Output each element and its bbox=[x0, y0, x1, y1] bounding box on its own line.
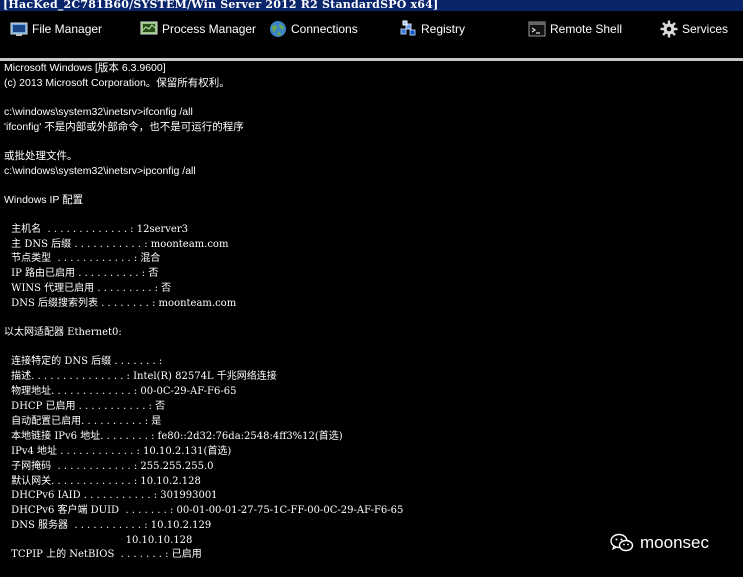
console-line: DHCP 已启用 . . . . . . . . . . . : 否 bbox=[8, 401, 166, 412]
remote-shell-label: Remote Shell bbox=[550, 22, 623, 36]
watermark-text: moonsec bbox=[640, 533, 709, 552]
console-line: 描述. . . . . . . . . . . . . . . : Intel(… bbox=[8, 371, 277, 382]
console-line: 节点类型 . . . . . . . . . . . . : 混合 bbox=[8, 253, 161, 264]
console-line: 连接特定的 DNS 后缀 . . . . . . . : bbox=[8, 356, 163, 367]
window-title-bar: [HacKed_2C781B60/SYSTEM/Win Server 2012 … bbox=[0, 0, 743, 11]
registry-button[interactable]: Registry bbox=[399, 17, 465, 41]
registry-label: Registry bbox=[421, 22, 466, 36]
console-line: IPv4 地址 . . . . . . . . . . . . : 10.10.… bbox=[8, 446, 232, 457]
console-line: Windows IP 配置 bbox=[4, 194, 84, 206]
console-line: 主机名 . . . . . . . . . . . . . : 12server… bbox=[8, 224, 188, 235]
watermark: moonsec bbox=[610, 533, 709, 553]
console-line: DNS 后缀搜索列表 . . . . . . . . : moonteam.co… bbox=[8, 298, 237, 309]
remote-shell-console[interactable]: Microsoft Windows [版本 6.3.9600] (c) 2013… bbox=[0, 61, 743, 577]
file-manager-button[interactable]: File Manager bbox=[10, 17, 102, 41]
console-line: 默认网关. . . . . . . . . . . . . : 10.10.2.… bbox=[8, 476, 201, 487]
console-line: c:\windows\system32\inetsrv>ifconfig /al… bbox=[4, 106, 193, 118]
registry-icon bbox=[400, 20, 416, 36]
remote-shell-button[interactable]: Remote Shell bbox=[528, 17, 622, 41]
connections-label: Connections bbox=[291, 22, 358, 36]
wechat-icon bbox=[610, 533, 634, 552]
console-line: 物理地址. . . . . . . . . . . . . : 00-0C-29… bbox=[8, 386, 237, 397]
services-label: Services bbox=[682, 22, 729, 36]
console-line: 本地链接 IPv6 地址. . . . . . . . : fe80::2d32… bbox=[8, 431, 343, 442]
console-line: 'ifconfig' 不是内部或外部命令，也不是可运行的程序 bbox=[4, 121, 244, 133]
console-line: 子网掩码 . . . . . . . . . . . . : 255.255.2… bbox=[8, 461, 214, 472]
console-line: 以太网适配器 Ethernet0: bbox=[4, 327, 122, 338]
connections-button[interactable]: Connections bbox=[269, 17, 358, 41]
services-button[interactable]: Services bbox=[660, 17, 728, 41]
process-manager-icon bbox=[140, 21, 158, 35]
toolbar: File Manager Process Manager Connections… bbox=[0, 11, 743, 58]
console-line: Microsoft Windows [版本 6.3.9600] bbox=[4, 62, 166, 74]
gear-icon bbox=[660, 20, 678, 38]
console-line: DNS 服务器 . . . . . . . . . . . : 10.10.2.… bbox=[8, 520, 212, 531]
process-manager-button[interactable]: Process Manager bbox=[140, 17, 256, 41]
window-title: [HacKed_2C781B60/SYSTEM/Win Server 2012 … bbox=[3, 0, 439, 11]
console-line: (c) 2013 Microsoft Corporation。保留所有权利。 bbox=[4, 77, 230, 89]
console-line: DHCPv6 客户端 DUID . . . . . . . : 00-01-00… bbox=[8, 505, 404, 516]
globe-icon bbox=[270, 21, 286, 37]
console-line: WINS 代理已启用 . . . . . . . . . : 否 bbox=[8, 283, 172, 294]
console-line: 10.10.10.128 bbox=[8, 535, 193, 546]
process-manager-label: Process Manager bbox=[162, 22, 257, 36]
console-line: DHCPv6 IAID . . . . . . . . . . . : 3019… bbox=[8, 490, 218, 501]
terminal-icon bbox=[528, 21, 546, 37]
console-line: IP 路由已启用 . . . . . . . . . . : 否 bbox=[8, 268, 159, 279]
console-line: 主 DNS 后缀 . . . . . . . . . . . : moontea… bbox=[8, 239, 229, 250]
console-line: 或批处理文件。 bbox=[4, 150, 78, 162]
console-line: TCPIP 上的 NetBIOS . . . . . . . : 已启用 bbox=[8, 549, 202, 560]
file-manager-label: File Manager bbox=[32, 22, 103, 36]
console-line: 自动配置已启用. . . . . . . . . . : 是 bbox=[8, 416, 162, 427]
console-line: c:\windows\system32\inetsrv>ipconfig /al… bbox=[4, 165, 196, 177]
file-manager-icon bbox=[10, 22, 28, 36]
